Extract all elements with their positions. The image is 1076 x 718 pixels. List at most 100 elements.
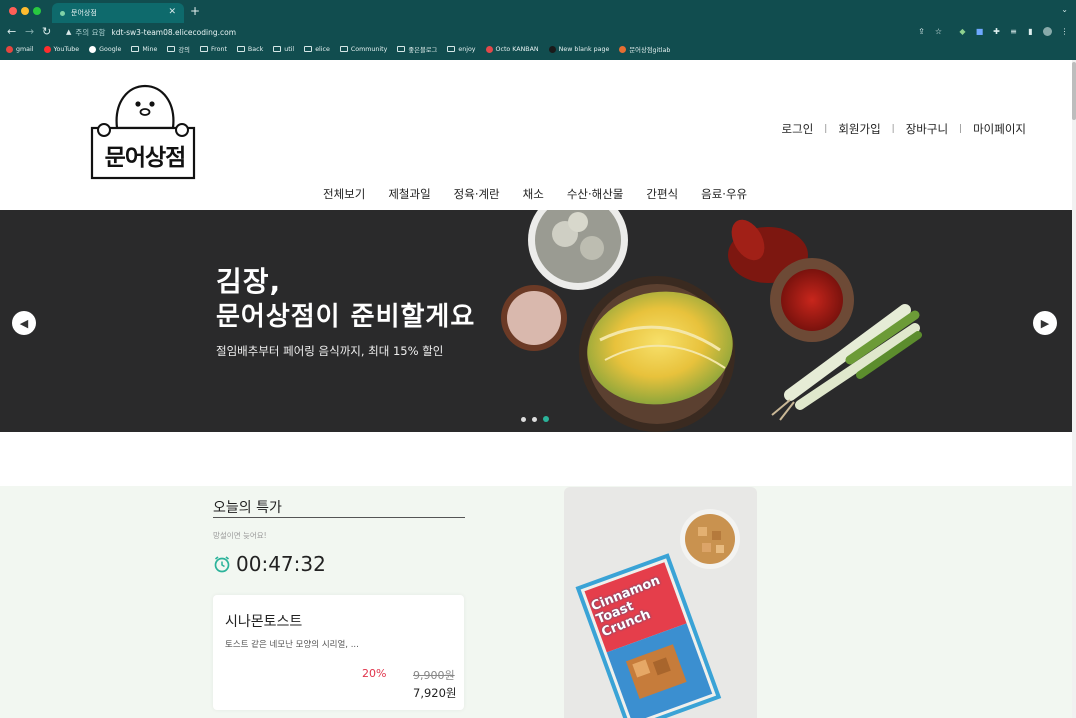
bookmark-label: Mine (142, 45, 158, 53)
reload-icon[interactable]: ↻ (42, 25, 51, 38)
bookmark-item[interactable]: elice (304, 46, 330, 53)
gmail-icon (6, 45, 13, 53)
title-bar: 문어상점 ✕ + ⌄ (0, 0, 1076, 23)
bookmark-label: enjoy (458, 45, 476, 53)
forward-icon[interactable]: → (25, 25, 34, 38)
bookmark-label: Front (210, 45, 227, 53)
nav-separator: | (891, 124, 895, 134)
new-tab-button[interactable]: + (190, 4, 200, 18)
web-page: 문어상점 로그인 | 회원가입 | 장바구니 | 마이페이지 전체보기 제철과일 정육·계란 채소… (0, 60, 1072, 718)
bookmark-item[interactable]: 문어상점gitlab (619, 45, 670, 54)
mypage-link[interactable]: 마이페이지 (973, 121, 1026, 137)
login-link[interactable]: 로그인 (782, 121, 814, 137)
scrollbar-thumb[interactable] (1072, 62, 1076, 120)
extensions-puzzle-icon[interactable]: ✚ (992, 27, 1001, 36)
gitlab-icon (619, 45, 627, 53)
octo-icon (485, 45, 493, 53)
bookmark-item[interactable]: 좋은블로그 (397, 45, 437, 54)
category-nav-item[interactable]: 음료·우유 (701, 186, 747, 202)
page-scrollbar[interactable] (1072, 60, 1076, 718)
bookmark-item[interactable]: Mine (131, 46, 157, 53)
folder-icon (397, 46, 406, 52)
close-window-button[interactable] (9, 7, 17, 15)
share-icon[interactable]: ⇪ (917, 27, 926, 36)
address-bar[interactable]: ▲ 주의 요함 kdt-sw3-team08.elicecoding.com (60, 24, 950, 40)
user-nav: 로그인 | 회원가입 | 장바구니 | 마이페이지 (782, 121, 1026, 137)
carousel-next-button[interactable]: ▶ (1033, 311, 1057, 335)
back-icon[interactable]: ← (7, 25, 16, 38)
bookmark-item[interactable]: Community (339, 45, 388, 53)
category-nav-item[interactable]: 채소 (523, 186, 544, 202)
deal-product-card[interactable]: 시나몬토스트 토스트 같은 네모난 모양의 시리얼, ... 20% 9,900… (213, 595, 464, 710)
deal-product-image[interactable]: Cinnamon Toast Crunch (564, 487, 757, 718)
bookmark-item[interactable]: 강의 (167, 45, 190, 54)
url-text: kdt-sw3-team08.elicecoding.com (111, 27, 237, 37)
bookmark-label: Back (247, 45, 264, 53)
site-logo[interactable]: 문어상점 (90, 82, 200, 182)
hero-banner: 김장, 문어상점이 준비할게요 절임배추부터 페어링 음식까지, 최대 15% … (0, 210, 1072, 432)
hero-title-line2: 문어상점이 준비할게요 (216, 302, 476, 332)
nav-separator: | (824, 124, 828, 134)
bookmark-item[interactable]: New blank page (548, 45, 610, 53)
kimchi-ingredients-image (501, 210, 922, 432)
deal-title: 오늘의 특가 (213, 500, 282, 516)
category-nav-item[interactable]: 정육·계란 (454, 186, 500, 202)
profile-avatar[interactable] (1043, 27, 1052, 36)
alarm-clock-icon (214, 556, 230, 573)
tab-close-icon[interactable]: ✕ (168, 7, 176, 17)
bookmark-label: elice (315, 45, 330, 53)
bookmark-item[interactable]: gmail (6, 45, 34, 53)
folder-icon (199, 46, 208, 52)
bookmark-label: 좋은블로그 (408, 46, 438, 54)
minimize-window-button[interactable] (21, 7, 29, 15)
carousel-dot-2[interactable] (532, 417, 537, 422)
tab-search-icon[interactable]: ⌄ (1061, 5, 1068, 14)
reading-list-icon[interactable]: ≡ (1009, 27, 1018, 36)
side-panel-icon[interactable]: ▮ (1026, 27, 1035, 36)
bookmark-item[interactable]: enjoy (447, 45, 476, 53)
bookmark-label: YouTube (53, 45, 80, 53)
bookmark-item[interactable]: Back (236, 45, 264, 53)
bookmark-item[interactable]: util (273, 46, 294, 53)
nav-separator: | (959, 124, 963, 134)
category-nav-item[interactable]: 수산·해산물 (567, 186, 624, 202)
category-nav-item[interactable]: 제철과일 (388, 186, 430, 202)
bookmark-label: Community (350, 45, 388, 53)
bookmark-item[interactable]: YouTube (43, 45, 80, 53)
security-warning-label: 주의 요함 (75, 27, 106, 37)
bookmark-item[interactable]: Google (89, 45, 121, 53)
browser-tab[interactable]: 문어상점 ✕ (52, 3, 184, 23)
deal-note: 망설이면 늦어요! (213, 531, 267, 540)
folder-icon (339, 46, 348, 52)
product-name: 시나몬토스트 (225, 614, 303, 630)
bookmark-item[interactable]: Front (199, 45, 227, 53)
cart-link[interactable]: 장바구니 (906, 121, 948, 137)
bookmark-star-icon[interactable]: ☆ (934, 27, 943, 36)
folder-icon (304, 46, 313, 52)
tab-title: 문어상점 (71, 9, 97, 17)
hero-title-line1: 김장, (216, 265, 282, 298)
chevron-right-icon: ▶ (1040, 316, 1050, 330)
signup-link[interactable]: 회원가입 (838, 121, 880, 137)
carousel-dot-1[interactable] (521, 417, 526, 422)
bookmark-item[interactable]: Octo KANBAN (485, 45, 539, 53)
tab-favicon-icon (60, 10, 65, 16)
folder-icon (447, 46, 456, 52)
maximize-window-button[interactable] (33, 7, 41, 15)
browser-chrome: 문어상점 ✕ + ⌄ ← → ↻ ▲ 주의 요함 kdt-sw3-team08.… (0, 0, 1076, 60)
deal-timer: 00:47:32 (213, 552, 326, 576)
folder-icon (273, 46, 282, 52)
bookmark-label: New blank page (558, 45, 610, 53)
bookmarks-bar: gmail YouTube Google Mine 강의 Front Back util eli… (0, 42, 1076, 56)
warning-icon: ▲ (66, 28, 72, 36)
logo-text: 문어상점 (104, 145, 187, 171)
extension-icon[interactable]: ◆ (958, 27, 967, 36)
category-nav-item[interactable]: 간편식 (646, 186, 678, 202)
carousel-dot-3-active[interactable] (543, 416, 549, 422)
browser-menu-icon[interactable]: ⋮ (1060, 27, 1069, 36)
translate-extension-icon[interactable]: ■ (975, 27, 984, 36)
chevron-left-icon: ◀ (19, 316, 29, 330)
page-icon (548, 45, 556, 53)
carousel-prev-button[interactable]: ◀ (12, 311, 36, 335)
category-nav-item[interactable]: 전체보기 (323, 186, 365, 202)
